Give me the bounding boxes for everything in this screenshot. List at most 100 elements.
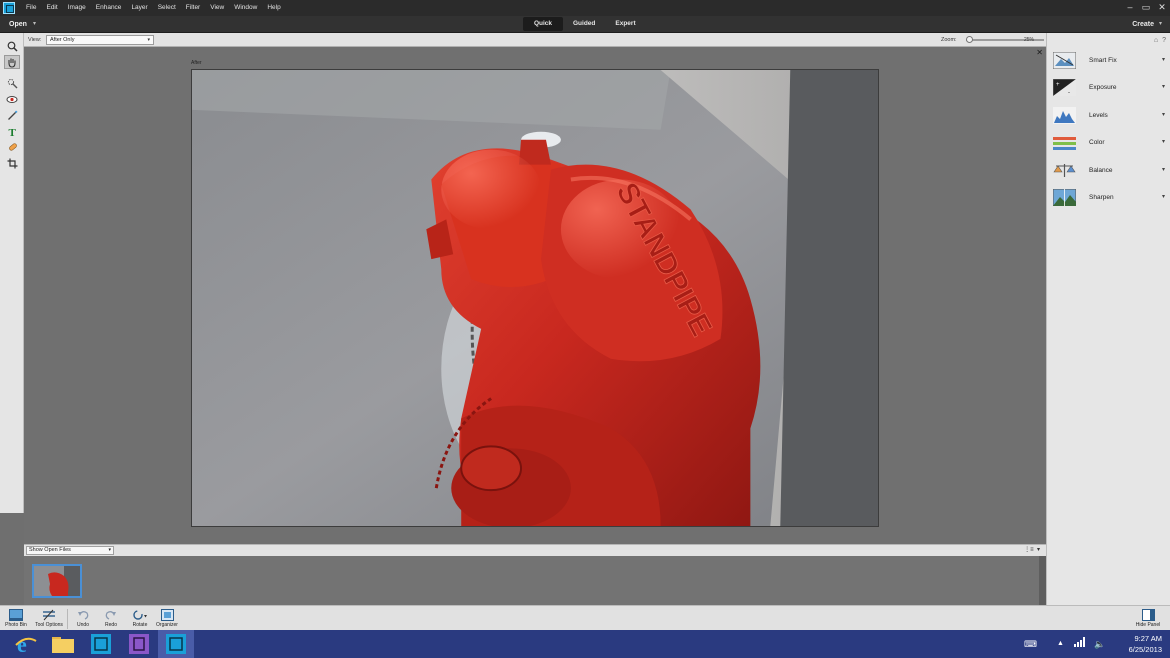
whiten-teeth-tool-icon[interactable] (4, 108, 20, 122)
red-eye-tool-icon[interactable] (4, 92, 20, 106)
menu-edit[interactable]: Edit (42, 0, 63, 16)
crop-tool-icon[interactable] (4, 156, 20, 170)
tab-guided[interactable]: Guided (563, 17, 605, 31)
home-icon[interactable]: ⌂ (1154, 37, 1158, 44)
sharpen-icon (1053, 189, 1076, 206)
adjustment-label: Levels (1089, 112, 1108, 119)
adjustment-label: Smart Fix (1089, 57, 1117, 64)
tool-options-icon (43, 609, 55, 620)
tool-options-button[interactable]: Tool Options (32, 607, 66, 628)
close-icon[interactable]: ✕ (1036, 48, 1043, 57)
premiere-elements-button[interactable] (121, 630, 157, 658)
document-image[interactable]: STANDPIPE (191, 69, 879, 527)
open-dropdown-icon[interactable]: ▾ (33, 16, 36, 32)
toolbox: T (0, 33, 24, 513)
smart-fix-icon (1053, 52, 1076, 69)
photo-thumbnail[interactable] (32, 564, 82, 598)
system-clock[interactable]: 9:27 AM 6/25/2013 (1129, 633, 1162, 655)
spot-healing-tool-icon[interactable] (4, 140, 20, 154)
internet-explorer-icon: e (15, 633, 37, 655)
balance-icon (1053, 164, 1076, 177)
undo-label: Undo (77, 622, 89, 628)
menu-enhance[interactable]: Enhance (92, 0, 128, 16)
maximize-button[interactable]: ▭ (1138, 0, 1154, 16)
menu-image[interactable]: Image (64, 0, 92, 16)
bin-scrollbar[interactable] (1039, 556, 1046, 605)
hide-panel-button[interactable]: Hide Panel (1130, 607, 1166, 628)
tool-options-label: Tool Options (35, 622, 63, 628)
photo-bin-icon (9, 608, 23, 621)
tab-quick[interactable]: Quick (523, 17, 563, 31)
quick-selection-tool-icon[interactable] (4, 76, 20, 90)
adjustment-balance[interactable]: Balance ▾ (1053, 161, 1167, 181)
view-select[interactable]: After Only ▾ (46, 35, 154, 45)
minimize-button[interactable]: – (1122, 0, 1138, 16)
adjustment-color[interactable]: Color ▾ (1053, 133, 1167, 153)
adjustment-label: Balance (1089, 167, 1113, 174)
hide-panel-icon (1141, 608, 1155, 621)
chevron-down-icon[interactable]: ▾ (1162, 51, 1165, 69)
bin-view-select[interactable]: Show Open Files ▾ (26, 546, 114, 555)
zoom-value: 25% (1024, 37, 1035, 43)
windows-taskbar: e ⌨ ▲ 🔈 9:27 AM 6/25/2013 (0, 630, 1170, 658)
keyboard-icon[interactable]: ⌨ (1024, 630, 1037, 658)
bin-menu-icon[interactable]: ⋮≡ ▾ (1024, 545, 1040, 556)
organizer-label: Organizer (156, 622, 178, 628)
undo-button[interactable]: Undo (72, 607, 94, 628)
photo-bin (24, 556, 1046, 605)
menu-window[interactable]: Window (230, 0, 263, 16)
zoom-tool-icon[interactable] (4, 39, 20, 53)
menu-select[interactable]: Select (154, 0, 182, 16)
menu-filter[interactable]: Filter (182, 0, 206, 16)
adjustment-exposure[interactable]: + - Exposure ▾ (1053, 78, 1167, 98)
adjustment-sharpen[interactable]: Sharpen ▾ (1053, 188, 1167, 208)
organizer-icon (160, 608, 174, 621)
chevron-down-icon[interactable]: ▾ (1162, 78, 1165, 96)
menu-file[interactable]: File (22, 0, 42, 16)
adjustment-levels[interactable]: Levels ▾ (1053, 106, 1167, 126)
adjustment-label: Sharpen (1089, 194, 1114, 201)
hand-tool-icon[interactable] (4, 55, 20, 69)
adjustments-panel: ⌂ ? Smart Fix ▾ + - Exposure ▾ Levels ▾ C… (1046, 33, 1170, 605)
show-hidden-icons[interactable]: ▲ (1057, 630, 1064, 658)
menu-view[interactable]: View (206, 0, 230, 16)
chevron-down-icon[interactable]: ▾ (1162, 188, 1165, 206)
open-button[interactable]: Open (9, 16, 27, 33)
active-editor-button[interactable] (158, 630, 194, 658)
rotate-button[interactable]: Rotate (128, 607, 152, 628)
internet-explorer-button[interactable]: e (8, 630, 44, 658)
premiere-elements-icon (129, 634, 149, 654)
volume-icon[interactable]: 🔈 (1094, 630, 1105, 658)
hide-panel-label: Hide Panel (1135, 622, 1161, 628)
panel-header-icons: ⌂ ? (1154, 37, 1166, 44)
bin-select-value: Show Open Files (29, 547, 71, 553)
type-tool-icon[interactable]: T (4, 124, 20, 138)
help-icon[interactable]: ? (1162, 37, 1166, 44)
create-dropdown-icon[interactable]: ▾ (1159, 16, 1162, 32)
menu-layer[interactable]: Layer (127, 0, 153, 16)
photo-bin-button[interactable]: Photo Bin (3, 607, 29, 628)
chevron-down-icon[interactable]: ▾ (1162, 106, 1165, 124)
photo-bin-bar: Show Open Files ▾ ⋮≡ ▾ (24, 544, 1046, 556)
close-window-button[interactable]: ✕ (1154, 0, 1170, 16)
canvas-area: After ✕ STANDPIPE (24, 47, 1046, 544)
photoshop-elements-editor-button[interactable] (83, 630, 119, 658)
create-button[interactable]: Create (1132, 16, 1154, 33)
file-explorer-button[interactable] (45, 630, 81, 658)
tab-expert[interactable]: Expert (605, 17, 645, 31)
undo-icon (78, 610, 89, 620)
rotate-label: Rotate (132, 622, 148, 628)
svg-text:+: + (1056, 82, 1060, 88)
menu-help[interactable]: Help (263, 0, 286, 16)
network-icon[interactable] (1074, 630, 1086, 658)
folder-icon (52, 637, 74, 653)
rotate-icon (133, 609, 147, 620)
app-logo-icon[interactable] (3, 2, 15, 14)
adjustment-smart-fix[interactable]: Smart Fix ▾ (1053, 51, 1167, 71)
organizer-button[interactable]: Organizer (154, 607, 180, 628)
pse-editor-icon (91, 634, 111, 654)
chevron-down-icon[interactable]: ▾ (1162, 133, 1165, 151)
zoom-slider-thumb[interactable] (966, 36, 974, 43)
redo-button[interactable]: Redo (100, 607, 122, 628)
chevron-down-icon[interactable]: ▾ (1162, 161, 1165, 179)
